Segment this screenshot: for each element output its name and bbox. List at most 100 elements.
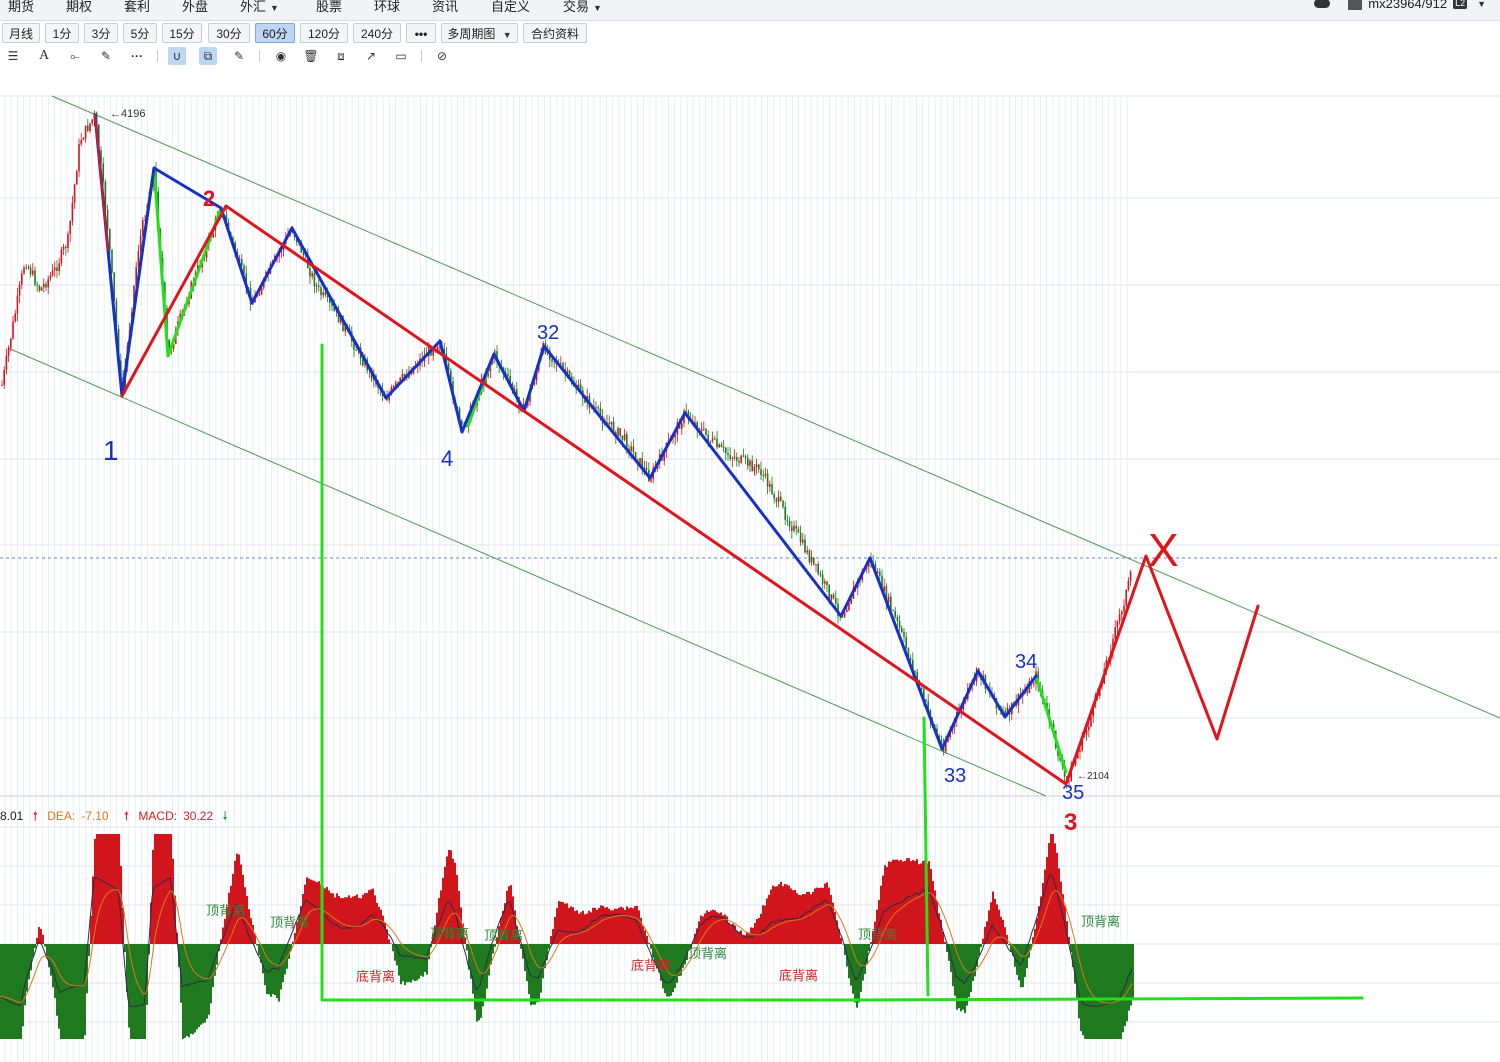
macd-bar bbox=[822, 887, 824, 944]
macd-bar bbox=[870, 942, 872, 944]
macd-bar bbox=[600, 905, 602, 944]
candle-body bbox=[12, 321, 14, 339]
macd-bar bbox=[188, 944, 190, 1038]
macd-bar bbox=[418, 944, 420, 979]
candle-body bbox=[25, 267, 27, 269]
macd-bar bbox=[568, 907, 570, 944]
macd-bar bbox=[296, 921, 298, 944]
macd-bar bbox=[574, 911, 576, 944]
macd-bar bbox=[806, 891, 808, 944]
macd-bar bbox=[1024, 944, 1026, 978]
candle-body bbox=[819, 573, 822, 575]
macd-bar bbox=[604, 907, 606, 944]
candle-body bbox=[309, 268, 311, 277]
macd-bar bbox=[168, 834, 170, 944]
candle-body bbox=[714, 438, 716, 440]
macd-bar bbox=[112, 834, 114, 944]
macd-bar bbox=[14, 944, 16, 1039]
macd-bar bbox=[420, 944, 422, 976]
macd-bar bbox=[304, 884, 306, 944]
macd-bar bbox=[476, 944, 478, 1022]
macd-bar bbox=[890, 861, 892, 944]
candle-body bbox=[879, 571, 881, 576]
candle-body bbox=[898, 621, 901, 629]
macd-bar bbox=[570, 906, 572, 944]
macd-bar bbox=[236, 853, 238, 944]
candle-body bbox=[740, 455, 742, 463]
macd-bar bbox=[728, 922, 730, 944]
candle-body bbox=[29, 267, 32, 275]
macd-bar bbox=[1022, 944, 1024, 988]
candle-body bbox=[507, 373, 509, 376]
macd-bar bbox=[390, 943, 392, 944]
dea-value: -7.10 bbox=[81, 809, 109, 823]
macd-bar bbox=[376, 902, 378, 944]
macd-bar bbox=[34, 944, 36, 948]
macd-bar bbox=[1094, 944, 1096, 1039]
macd-bar bbox=[312, 880, 314, 944]
candle-body bbox=[645, 467, 648, 470]
macd-bar bbox=[328, 890, 330, 944]
macd-bar bbox=[84, 944, 86, 1036]
macd-bar bbox=[346, 897, 348, 944]
candle-body bbox=[920, 687, 923, 689]
candle-body bbox=[1129, 571, 1132, 581]
macd-bar bbox=[814, 888, 816, 944]
macd-bar bbox=[776, 886, 778, 944]
candle-body bbox=[78, 144, 80, 172]
macd-bar bbox=[668, 944, 670, 997]
macd-bar bbox=[56, 944, 58, 1016]
macd-bar bbox=[452, 858, 454, 944]
macd-bar bbox=[932, 881, 934, 944]
macd-bar bbox=[154, 834, 156, 944]
macd-bar bbox=[1050, 834, 1052, 944]
candle-body bbox=[320, 287, 322, 296]
candle-body bbox=[1116, 621, 1119, 628]
macd-bar bbox=[888, 861, 890, 944]
macd-bar bbox=[754, 923, 756, 944]
candle-body bbox=[401, 374, 404, 378]
macd-bar bbox=[662, 944, 664, 989]
macd-bar bbox=[910, 861, 912, 944]
chart-canvas[interactable] bbox=[0, 0, 1500, 1062]
macd-bar bbox=[582, 910, 584, 944]
candle-body bbox=[795, 525, 797, 529]
candle-body bbox=[742, 455, 745, 457]
candle-body bbox=[65, 246, 67, 248]
macd-bar bbox=[1104, 944, 1106, 1039]
candle-body bbox=[595, 407, 597, 409]
macd-bar bbox=[558, 901, 560, 944]
macd-bar bbox=[342, 898, 344, 944]
candle-body bbox=[318, 285, 320, 288]
macd-bar bbox=[906, 858, 908, 944]
macd-bar bbox=[550, 935, 552, 944]
candle-body bbox=[769, 484, 771, 487]
macd-bar bbox=[764, 905, 766, 944]
candle-body bbox=[619, 428, 621, 436]
macd-bar bbox=[378, 906, 380, 944]
dea-label: DEA: bbox=[47, 809, 76, 823]
macd-bar bbox=[628, 908, 630, 944]
macd-bar bbox=[128, 944, 130, 1028]
candle-body bbox=[1127, 580, 1130, 590]
macd-bar bbox=[382, 915, 384, 944]
candle-body bbox=[905, 637, 907, 649]
macd-bar bbox=[648, 942, 650, 944]
chart-grid bbox=[0, 95, 1500, 1062]
candle-body bbox=[848, 604, 850, 611]
macd-bar bbox=[264, 944, 266, 986]
macd-bar bbox=[454, 862, 456, 944]
macd-bar bbox=[20, 944, 22, 1039]
macd-bar bbox=[380, 909, 382, 944]
macd-bar bbox=[762, 905, 764, 944]
macd-bar bbox=[684, 944, 686, 965]
candlesticks bbox=[1, 110, 1132, 789]
candle-body bbox=[821, 574, 824, 584]
candle-body bbox=[681, 423, 683, 429]
candle-body bbox=[901, 628, 903, 632]
red-wave-path bbox=[120, 204, 1260, 786]
candle-body bbox=[1033, 683, 1035, 685]
candle-body bbox=[84, 125, 87, 139]
candle-body bbox=[824, 581, 826, 584]
macd-bar bbox=[248, 909, 250, 944]
